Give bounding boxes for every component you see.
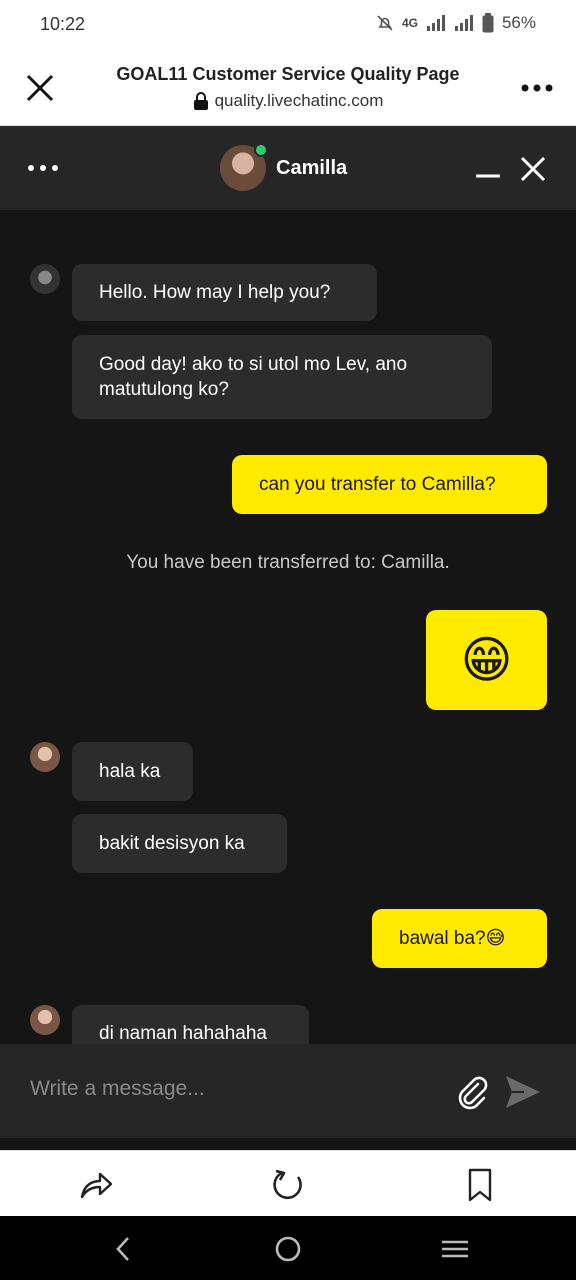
message-bubble-own: can you transfer to Camilla? — [232, 455, 547, 514]
url-text: quality.livechatinc.com — [214, 91, 384, 110]
back-icon[interactable] — [108, 1234, 138, 1264]
agent-name: Camilla — [276, 156, 348, 179]
message-bubble: Good day! ako to si utol mo Lev, ano mat… — [72, 335, 492, 419]
refresh-icon[interactable] — [270, 1167, 306, 1203]
more-icon[interactable] — [520, 74, 554, 102]
network-type: 4G — [401, 16, 418, 30]
agent-info: Camilla — [220, 143, 348, 191]
agent-avatar-small — [30, 1005, 60, 1035]
signal-icon-2 — [454, 15, 473, 31]
battery-icon — [482, 13, 494, 33]
send-icon[interactable] — [504, 1074, 542, 1110]
lock-icon — [193, 92, 208, 110]
message-bubble: bakit desisyon ka — [72, 814, 287, 873]
message-input[interactable]: Write a message... — [30, 1077, 205, 1101]
message-bubble-own: 😁 — [426, 610, 547, 710]
page-title: GOAL11 Customer Service Quality Page — [116, 64, 460, 84]
status-icons: 4G 56% — [376, 13, 536, 33]
agent-avatar-small — [30, 264, 60, 294]
close-icon[interactable] — [22, 70, 58, 106]
message-composer: Write a message... — [0, 1044, 576, 1138]
recents-icon[interactable] — [440, 1234, 470, 1264]
battery-level: 56% — [501, 13, 536, 32]
browser-bar: GOAL11 Customer Service Quality Page qua… — [0, 50, 576, 126]
message-bubble: hala ka — [72, 742, 193, 801]
minimize-icon[interactable] — [474, 166, 502, 178]
page-info: GOAL11 Customer Service Quality Page qua… — [80, 64, 496, 111]
agent-avatar-small — [30, 742, 60, 772]
online-indicator — [254, 143, 268, 157]
mute-icon — [377, 15, 393, 31]
status-time: 10:22 — [40, 14, 86, 34]
share-icon[interactable] — [78, 1167, 114, 1203]
home-icon[interactable] — [273, 1234, 303, 1264]
message-bubble: Hello. How may I help you? — [72, 264, 377, 321]
signal-icon — [426, 15, 445, 31]
attach-icon[interactable] — [454, 1074, 490, 1110]
message-list: Hello. How may I help you? Good day! ako… — [0, 210, 576, 1044]
system-message: You have been transferred to: Camilla. — [126, 552, 450, 573]
message-bubble-own: bawal ba?😅 — [372, 909, 547, 968]
system-nav-bar — [0, 1216, 576, 1280]
dots-icon[interactable] — [26, 156, 60, 180]
message-bubble: di naman hahahaha — [72, 1005, 309, 1044]
agent-avatar — [220, 143, 268, 191]
browser-toolbar — [0, 1150, 576, 1216]
chat-header: Camilla — [0, 126, 576, 210]
status-bar: 10:22 4G 56% — [0, 0, 576, 50]
chat-close-icon[interactable] — [518, 154, 548, 184]
page-url: quality.livechatinc.com — [80, 91, 496, 111]
bookmark-icon[interactable] — [462, 1167, 498, 1203]
